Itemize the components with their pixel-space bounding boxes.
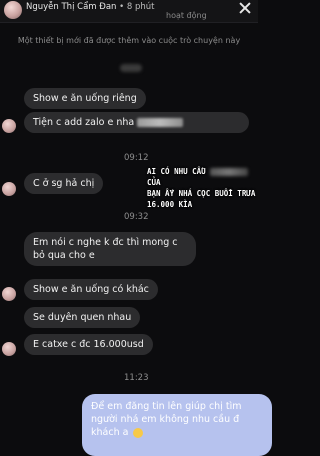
message-bubble[interactable]: C ở sg hả chị (24, 173, 104, 194)
message-bubble[interactable]: Show e ăn uống riêng (24, 88, 146, 109)
timestamp: 11:23 (124, 373, 149, 383)
device-notice: Một thiết bị mới đã được thêm vào cuộc t… (17, 36, 241, 45)
contact-avatar[interactable] (4, 1, 22, 19)
message-text: Tiện c add zalo e nha (33, 117, 135, 128)
blurred-label (120, 64, 142, 72)
overlay-line-2: BẠN ẤY NHÁ CỌC BUỔI TRƯA (147, 189, 256, 198)
blurred-word (210, 168, 249, 176)
message-bubble[interactable]: Se duyên quen nhau (24, 307, 141, 328)
overlay-line-1-text: AI CÓ NHU CẦU (147, 167, 206, 176)
overlay-line-1: AI CÓ NHU CẦU CỦA (147, 166, 265, 188)
timestamp: 09:32 (124, 212, 149, 222)
contact-name[interactable]: Nguyễn Thị Cẩm Đan • 8 phút (26, 2, 155, 12)
blurred-phone-number (137, 118, 184, 127)
message-bubble[interactable]: Em nói c nghe k đc thì mong c bỏ qua cho… (24, 232, 196, 266)
outgoing-message-text: Để em đăng tin lên giúp chị tìm người nh… (91, 401, 242, 438)
story-text-overlay: AI CÓ NHU CẦU CỦA BẠN ẤY NHÁ CỌC BUỔI TR… (147, 166, 265, 210)
message-bubble[interactable]: E catxe c đc 16.000usd (24, 334, 153, 355)
active-status: hoạt động (166, 11, 207, 20)
sender-avatar (2, 119, 16, 133)
close-icon[interactable] (238, 1, 252, 15)
sender-avatar (2, 287, 16, 301)
sender-avatar (2, 342, 16, 356)
active-time-text: 8 phút (126, 2, 155, 12)
timestamp: 09:12 (124, 153, 149, 163)
sender-avatar (2, 182, 16, 196)
overlay-line-1b-text: CỦA (147, 178, 161, 187)
active-time: • 8 phút (119, 2, 155, 12)
message-bubble[interactable]: Tiện c add zalo e nha (24, 112, 249, 133)
overlay-line-3: 16.000 KÌA (147, 200, 193, 209)
smile-emoji-icon (133, 427, 144, 438)
outgoing-message-bubble[interactable]: Để em đăng tin lên giúp chị tìm người nh… (82, 394, 272, 456)
chat-header: Nguyễn Thị Cẩm Đan • 8 phút hoạt động (0, 0, 258, 23)
message-bubble[interactable]: Show e ăn uống có khác (24, 279, 158, 300)
contact-name-text: Nguyễn Thị Cẩm Đan (26, 2, 117, 12)
